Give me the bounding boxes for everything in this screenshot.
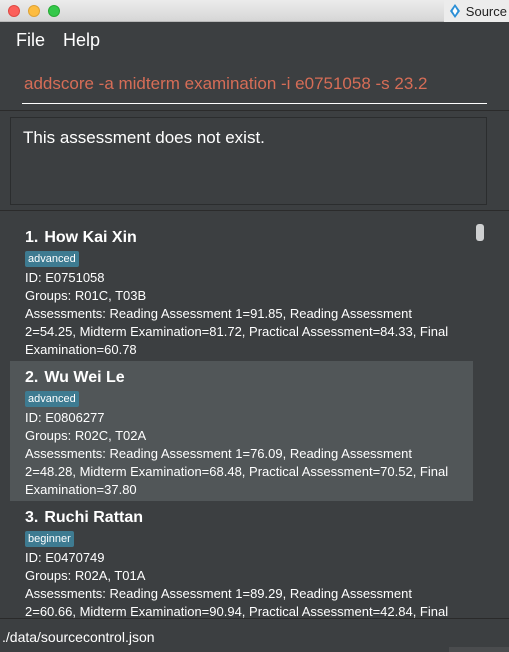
title-bar: Source [0, 0, 509, 22]
close-window-button[interactable] [8, 5, 20, 17]
student-assessments: Assessments: Reading Assessment 1=91.85,… [25, 306, 449, 357]
student-list-panel: 1. How Kai Xin advanced ID: E0751058 Grou… [0, 210, 509, 619]
student-groups: Groups: R02A, T01A [25, 568, 146, 583]
diamond-app-icon [449, 4, 460, 18]
student-tag: advanced [25, 251, 79, 267]
student-tag: beginner [25, 531, 74, 547]
resize-grip[interactable] [449, 647, 509, 652]
student-assessments: Assessments: Reading Assessment 1=76.09,… [25, 446, 449, 497]
student-name: How Kai Xin [44, 229, 137, 246]
student-id: ID: E0806277 [25, 410, 105, 425]
command-input[interactable] [22, 70, 487, 104]
list-scrollbar[interactable] [474, 222, 486, 616]
app-title-text: Source [465, 3, 507, 19]
student-name: Wu Wei Le [44, 369, 125, 386]
student-index: 3. [25, 509, 39, 526]
menu-file[interactable]: File [16, 30, 45, 51]
student-list[interactable]: 1. How Kai Xin advanced ID: E0751058 Grou… [10, 221, 473, 619]
save-location: ./data/sourcecontrol.json [2, 629, 155, 645]
status-bar: ./data/sourcecontrol.json [0, 618, 509, 652]
student-card[interactable]: 1. How Kai Xin advanced ID: E0751058 Grou… [10, 221, 473, 361]
student-card[interactable]: 2. Wu Wei Le advanced ID: E0806277 Groups… [10, 361, 473, 501]
maximize-window-button[interactable] [48, 5, 60, 17]
student-id: ID: E0751058 [25, 270, 105, 285]
window-title: Source [443, 0, 509, 22]
student-tag: advanced [25, 391, 79, 407]
scrollbar-thumb[interactable] [476, 224, 484, 241]
student-groups: Groups: R01C, T03B [25, 288, 147, 303]
menu-help[interactable]: Help [63, 30, 100, 51]
minimize-window-button[interactable] [28, 5, 40, 17]
result-display: This assessment does not exist. [10, 117, 487, 205]
student-assessments: Assessments: Reading Assessment 1=89.29,… [25, 586, 449, 619]
student-index: 2. [25, 369, 39, 386]
result-panel: This assessment does not exist. [0, 110, 509, 210]
menu-bar: File Help [0, 22, 509, 58]
student-card[interactable]: 3. Ruchi Rattan beginner ID: E0470749 Gro… [10, 501, 473, 619]
command-box [0, 58, 509, 110]
student-name: Ruchi Rattan [44, 509, 144, 526]
result-message: This assessment does not exist. [23, 128, 265, 147]
student-index: 1. [25, 229, 39, 246]
student-groups: Groups: R02C, T02A [25, 428, 147, 443]
student-id: ID: E0470749 [25, 550, 105, 565]
